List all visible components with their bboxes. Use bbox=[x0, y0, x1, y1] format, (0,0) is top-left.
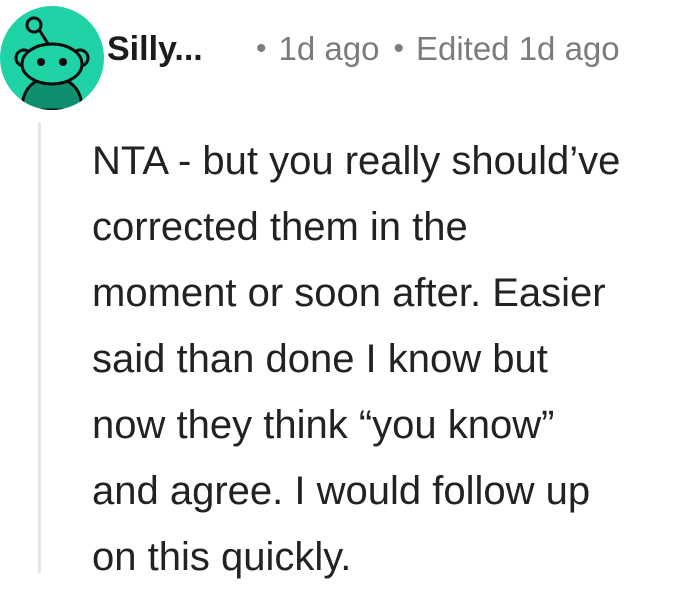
comment-body-line: NTA - but you really should’ve bbox=[92, 139, 621, 183]
comment-body-line: on this quickly. bbox=[92, 535, 352, 579]
snoo-avatar-icon bbox=[14, 16, 90, 110]
comment-body-line: corrected them in the bbox=[92, 205, 468, 249]
comment-header: Silly... • 1d ago • Edited 1d ago bbox=[0, 0, 700, 110]
comment-body-line: now they think “you know” bbox=[92, 403, 555, 447]
comment-time: 1d ago bbox=[278, 30, 380, 67]
comment-body-line: and agree. I would follow up bbox=[92, 469, 591, 513]
comment-meta: • 1d ago • Edited 1d ago bbox=[250, 30, 620, 68]
thread-line[interactable] bbox=[38, 122, 41, 573]
meta-separator: • bbox=[256, 32, 267, 65]
username-link[interactable]: Silly... bbox=[107, 30, 203, 69]
comment: Silly... • 1d ago • Edited 1d ago NTA - but… bbox=[0, 0, 700, 579]
comment-body-line: moment or soon after. Easier bbox=[92, 271, 606, 315]
avatar[interactable] bbox=[0, 6, 104, 110]
comment-body-line: said than done I know but bbox=[92, 337, 548, 381]
meta-separator: • bbox=[393, 32, 404, 65]
edited-time: Edited 1d ago bbox=[415, 30, 620, 67]
comment-body: NTA - but you really should’ve corrected… bbox=[92, 128, 692, 590]
